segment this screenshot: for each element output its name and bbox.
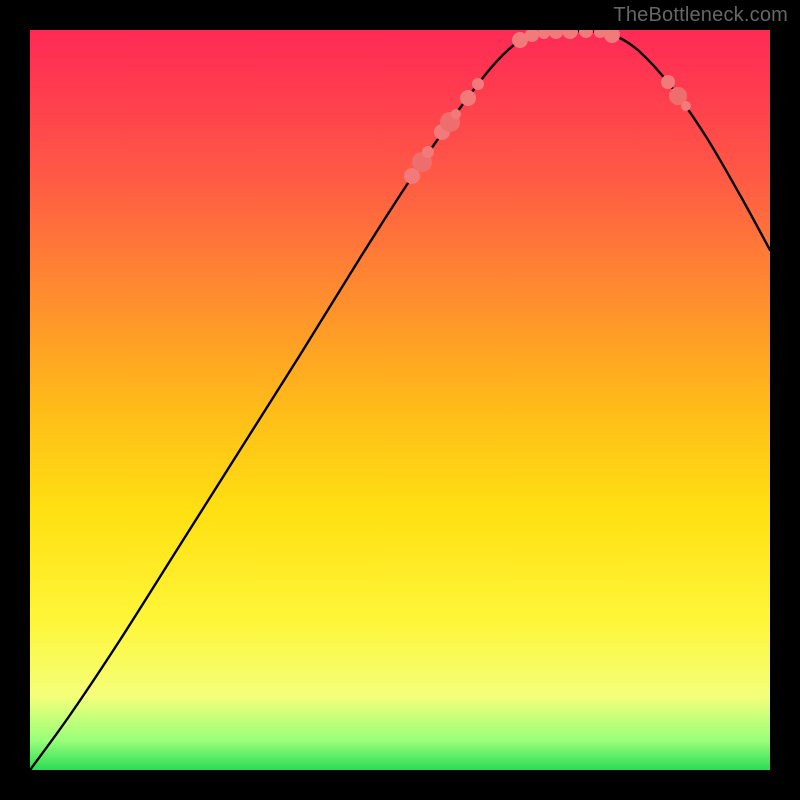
highlight-dot [460,90,476,106]
highlight-dot [681,101,691,111]
chart-container: TheBottleneck.com [0,0,800,800]
bottleneck-curve [30,31,770,770]
highlight-dot [472,78,484,90]
highlight-dot [549,30,563,39]
watermark-text: TheBottleneck.com [613,4,788,27]
highlight-dot [422,146,434,158]
curve-svg [30,30,770,770]
highlight-dot [661,75,675,89]
highlight-dot [538,30,550,39]
plot-area [30,30,770,770]
highlight-dot [579,30,593,38]
highlight-dots [404,30,691,184]
highlight-dot [451,109,461,119]
highlight-dot [604,30,620,43]
highlight-dot [562,30,578,39]
